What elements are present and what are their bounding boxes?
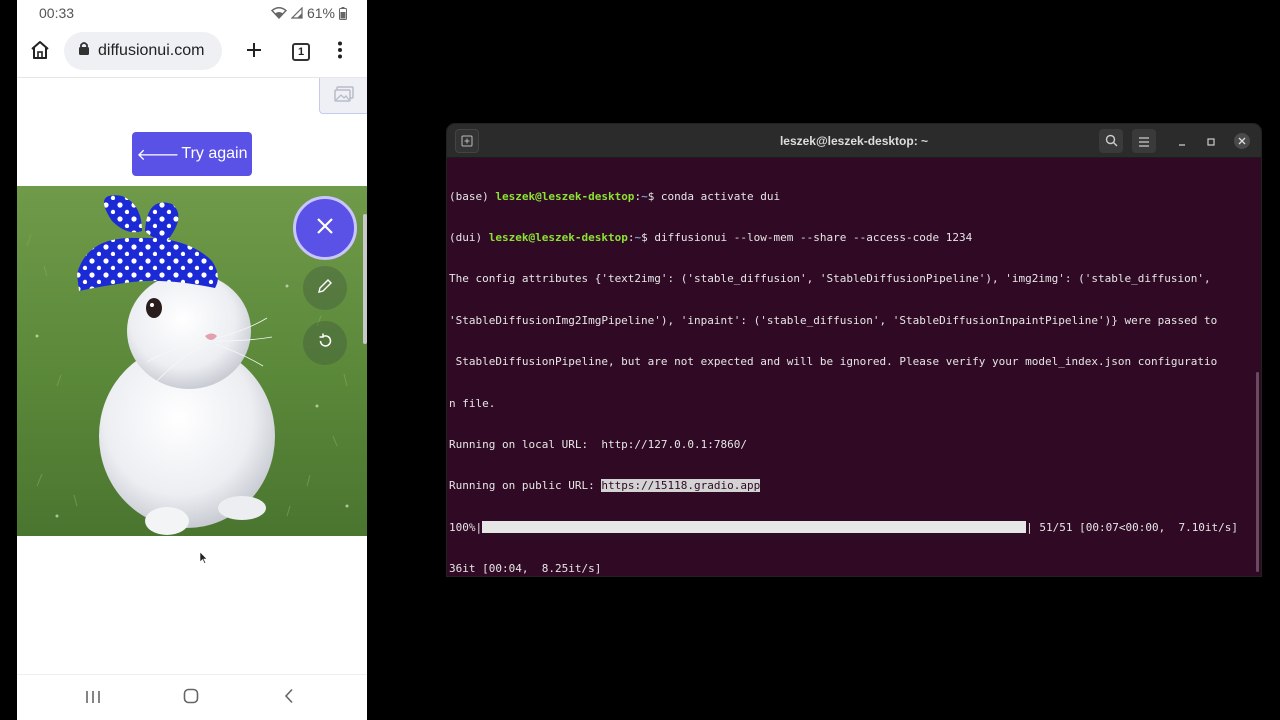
public-url-label: Running on public URL: xyxy=(449,479,602,493)
arrow-left-icon: 🡐 xyxy=(136,146,180,164)
status-time: 00:33 xyxy=(39,5,75,21)
plus-icon xyxy=(245,41,263,63)
web-page: 🡐 Try again xyxy=(17,78,367,674)
terminal-line: (dui) leszek@leszek-desktop:~$ diffusion… xyxy=(449,231,1255,245)
phone-screen: 00:33 61% diffusionui.com 1 🡐 Try again xyxy=(17,0,367,720)
close-icon xyxy=(315,216,335,240)
mouse-pointer-icon xyxy=(199,549,208,568)
battery-icon xyxy=(339,6,347,20)
conda-env: (dui) xyxy=(449,230,489,244)
home-button[interactable] xyxy=(26,38,54,66)
conda-env: (base) xyxy=(449,189,496,203)
chevron-left-icon xyxy=(284,688,294,708)
close-image-button[interactable] xyxy=(293,196,357,260)
status-icons: 61% xyxy=(270,5,347,21)
try-again-label: Try again xyxy=(181,145,248,162)
close-window-button[interactable] xyxy=(1230,129,1254,153)
search-icon xyxy=(1105,132,1118,151)
page-scrollbar[interactable] xyxy=(363,214,367,344)
browser-toolbar: diffusionui.com 1 xyxy=(17,26,367,78)
home-circle-icon xyxy=(183,688,199,708)
edit-image-button[interactable] xyxy=(303,266,347,310)
terminal-scrollbar[interactable] xyxy=(1256,372,1259,572)
progress-bar xyxy=(482,520,1027,533)
command-text: $ diffusionui --low-mem --share --access… xyxy=(641,230,973,244)
tab-switcher-button[interactable]: 1 xyxy=(287,38,315,66)
terminal-output[interactable]: (base) leszek@leszek-desktop:~$ conda ac… xyxy=(449,162,1255,574)
terminal-titlebar: leszek@leszek-desktop: ~ xyxy=(447,124,1261,158)
try-again-button[interactable]: 🡐 Try again xyxy=(132,132,252,176)
url-text: diffusionui.com xyxy=(98,42,205,59)
progress-line: 100%| | 51/51 [00:07<00:00, 7.10it/s] xyxy=(449,520,1255,535)
pencil-icon xyxy=(316,277,334,299)
browser-menu-button[interactable] xyxy=(326,38,354,66)
terminal-menu-button[interactable] xyxy=(1132,129,1156,153)
terminal-line: 'StableDiffusionImg2ImgPipeline'), 'inpa… xyxy=(449,313,1218,327)
wifi-icon xyxy=(270,7,287,19)
prompt-user: leszek@leszek-desktop xyxy=(488,230,628,244)
address-bar[interactable]: diffusionui.com xyxy=(64,32,222,70)
minimize-icon xyxy=(1177,132,1187,151)
android-home-button[interactable] xyxy=(176,685,206,711)
home-icon xyxy=(29,39,51,65)
reset-image-button[interactable] xyxy=(303,321,347,365)
maximize-icon xyxy=(1206,132,1216,151)
android-status-bar: 00:33 61% xyxy=(17,0,367,26)
new-tab-button[interactable] xyxy=(240,38,268,66)
command-text: $ conda activate dui xyxy=(647,189,781,203)
tab-count: 1 xyxy=(292,43,310,61)
progress-stats: | 51/51 [00:07<00:00, 7.10it/s] xyxy=(1026,520,1239,534)
terminal-line: (base) leszek@leszek-desktop:~$ conda ac… xyxy=(449,190,1255,204)
recents-button[interactable] xyxy=(78,685,108,711)
image-upload-tab[interactable] xyxy=(319,78,367,114)
public-url-link[interactable]: https://15118.gradio.app xyxy=(601,479,761,493)
prompt-user: leszek@leszek-desktop xyxy=(495,189,635,203)
terminal-line: 36it [00:04, 8.25it/s] xyxy=(449,562,602,574)
android-navigation-bar xyxy=(17,674,367,720)
prompt-path: ~ xyxy=(641,189,648,203)
terminal-line: Running on public URL: https://15118.gra… xyxy=(449,479,1255,493)
undo-icon xyxy=(316,332,334,354)
terminal-line: n file. xyxy=(449,396,496,410)
recents-icon xyxy=(85,689,101,708)
terminal-search-button[interactable] xyxy=(1099,129,1123,153)
hamburger-icon xyxy=(1138,132,1150,151)
image-icon xyxy=(333,85,354,106)
signal-icon xyxy=(290,7,303,19)
progress-percent: 100%| xyxy=(449,520,483,534)
terminal-line: Running on local URL: http://127.0.0.1:7… xyxy=(449,437,748,451)
terminal-window: leszek@leszek-desktop: ~ (base) leszek@l… xyxy=(447,124,1261,576)
minimize-button[interactable] xyxy=(1170,129,1194,153)
terminal-line: The config attributes {'text2img': ('sta… xyxy=(449,272,1211,286)
close-icon xyxy=(1234,133,1250,149)
terminal-line: StableDiffusionPipeline, but are not exp… xyxy=(449,355,1218,369)
back-button[interactable] xyxy=(274,685,304,711)
battery-percent: 61% xyxy=(306,5,335,21)
lock-icon xyxy=(78,41,90,61)
more-vert-icon xyxy=(337,41,343,63)
maximize-button[interactable] xyxy=(1199,129,1223,153)
